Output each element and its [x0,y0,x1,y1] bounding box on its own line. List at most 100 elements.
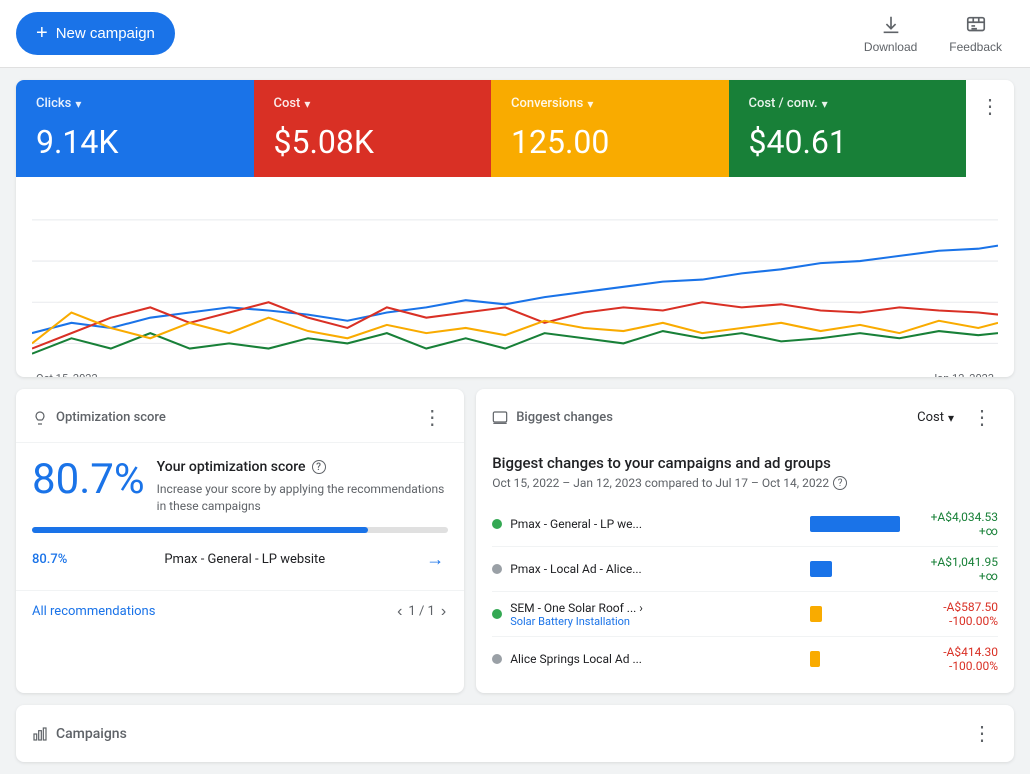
clicks-chevron-icon: ▾ [75,97,81,111]
bc-row-3: SEM - One Solar Roof ... › Solar Battery… [492,592,998,637]
chart-date-start: Oct 15, 2022 [36,372,98,377]
bottom-row: Optimization score ⋮ 80.7% Your optimiza… [16,389,1014,693]
clicks-stat: Clicks ▾ 9.14K [16,80,254,177]
clicks-value: 9.14K [36,123,234,161]
cost-dropdown-chevron-icon: ▾ [948,411,954,425]
feedback-label: Feedback [949,40,1002,54]
bc-row-4: Alice Springs Local Ad ... -A$414.30 -10… [492,637,998,681]
chart-dates: Oct 15, 2022 Jan 12, 2023 [32,372,998,377]
bc-dot-1 [492,519,502,529]
campaigns-menu-button[interactable]: ⋮ [966,719,998,748]
cost-conv-label: Cost / conv. ▾ [749,96,947,111]
stats-menu-button[interactable]: ⋮ [974,92,1006,121]
progress-bar-fill [32,527,368,533]
bc-bar-1 [810,516,900,532]
campaign-arrow-button[interactable]: → [422,549,448,570]
biggest-changes-title-text: Biggest changes [516,410,613,425]
conversions-value: 125.00 [511,123,709,161]
chart-area: Oct 15, 2022 Jan 12, 2023 [16,177,1014,377]
conversions-stat: Conversions ▾ 125.00 [491,80,729,177]
cost-dropdown[interactable]: Cost ▾ [909,406,962,429]
optimization-menu-button[interactable]: ⋮ [416,403,448,432]
header-actions: Download Feedback [852,6,1014,62]
stats-row: Clicks ▾ 9.14K Cost ▾ $5.08K Conversions… [16,80,1014,177]
bc-dot-3 [492,609,502,619]
optimization-description: Your optimization score ? Increase your … [157,459,449,515]
download-label: Download [864,40,917,54]
main-content: Clicks ▾ 9.14K Cost ▾ $5.08K Conversions… [0,68,1030,774]
chart-date-end: Jan 12, 2023 [931,372,994,377]
clicks-label: Clicks ▾ [36,96,234,111]
biggest-changes-title: Biggest changes [492,410,613,426]
pagination-label: 1 / 1 [408,604,434,619]
bc-dot-2 [492,564,502,574]
conversions-chevron-icon: ▾ [587,97,593,111]
header: + New campaign Download Feedback [0,0,1030,68]
cost-conv-value: $40.61 [749,123,947,161]
optimization-desc-title: Your optimization score ? [157,459,449,475]
progress-bar-background [32,527,448,533]
bc-bar-3 [810,606,822,622]
optimization-score-main: 80.7% Your optimization score ? Increase… [32,459,448,515]
pagination-next-button[interactable]: › [439,601,448,623]
optimization-card-title: Optimization score [32,410,166,426]
new-campaign-button[interactable]: + New campaign [16,12,175,55]
chart-icon [492,410,508,426]
bc-campaign-name-1: Pmax - General - LP we... [510,517,802,531]
bc-row-2: Pmax - Local Ad - Alice... +A$1,041.95 +… [492,547,998,592]
bar-chart-icon [32,726,48,742]
optimization-card-footer: All recommendations ‹ 1 / 1 › [16,590,464,637]
bc-bar-area-3 [810,606,910,622]
lightbulb-icon [32,410,48,426]
optimization-title-text: Optimization score [56,410,166,425]
bc-change-4: -A$414.30 -100.00% [918,645,998,673]
optimization-desc-sub: Increase your score by applying the reco… [157,481,449,515]
bc-bar-4 [810,651,820,667]
new-campaign-label: New campaign [56,25,155,42]
bc-bar-area-4 [810,651,910,667]
biggest-changes-menu-button[interactable]: ⋮ [966,403,998,432]
download-button[interactable]: Download [852,6,929,62]
bc-campaign-name-2: Pmax - Local Ad - Alice... [510,562,802,576]
campaigns-card: Campaigns ⋮ [16,705,1014,762]
biggest-changes-body: Biggest changes to your campaigns and ad… [476,442,1014,693]
campaigns-title-text: Campaigns [56,726,127,742]
conversions-label: Conversions ▾ [511,96,709,111]
biggest-changes-main-title: Biggest changes to your campaigns and ad… [492,454,998,472]
optimization-card: Optimization score ⋮ 80.7% Your optimiza… [16,389,464,693]
cost-chevron-icon: ▾ [304,97,310,111]
optimization-score-big: 80.7% [32,459,145,501]
pagination-prev-button[interactable]: ‹ [395,601,404,623]
pagination: ‹ 1 / 1 › [395,601,448,623]
stats-chart-card: Clicks ▾ 9.14K Cost ▾ $5.08K Conversions… [16,80,1014,377]
cost-dropdown-label: Cost [917,410,944,425]
optimization-card-header: Optimization score ⋮ [16,389,464,443]
optimization-campaign-row: 80.7% Pmax - General - LP website → [32,539,448,574]
biggest-changes-card: Biggest changes Cost ▾ ⋮ Biggest changes… [476,389,1014,693]
campaign-name: Pmax - General - LP website [164,552,325,567]
campaigns-header: Campaigns ⋮ [16,705,1014,762]
bc-row-1: Pmax - General - LP we... +A$4,034.53 +∞ [492,502,998,547]
plus-icon: + [36,22,48,45]
biggest-changes-controls: Cost ▾ ⋮ [909,403,998,432]
download-icon [880,14,902,36]
biggest-changes-header: Biggest changes Cost ▾ ⋮ [476,389,1014,442]
bc-change-2: +A$1,041.95 +∞ [918,555,998,583]
info-icon[interactable]: ? [312,460,326,474]
performance-chart [32,189,998,364]
bc-change-3: -A$587.50 -100.00% [918,600,998,628]
bc-campaign-name-4: Alice Springs Local Ad ... [510,652,802,666]
cost-value: $5.08K [274,123,472,161]
biggest-changes-date-range: Oct 15, 2022 – Jan 12, 2023 compared to … [492,476,998,490]
feedback-button[interactable]: Feedback [937,6,1014,62]
bc-bar-2 [810,561,832,577]
bc-dot-4 [492,654,502,664]
feedback-icon [965,14,987,36]
campaigns-title: Campaigns [32,726,127,742]
all-recommendations-link[interactable]: All recommendations [32,604,155,619]
bc-bar-area-1 [810,516,910,532]
bc-change-1: +A$4,034.53 +∞ [918,510,998,538]
cost-conv-stat: Cost / conv. ▾ $40.61 [729,80,967,177]
date-range-info-icon[interactable]: ? [833,476,847,490]
optimization-body: 80.7% Your optimization score ? Increase… [16,443,464,590]
